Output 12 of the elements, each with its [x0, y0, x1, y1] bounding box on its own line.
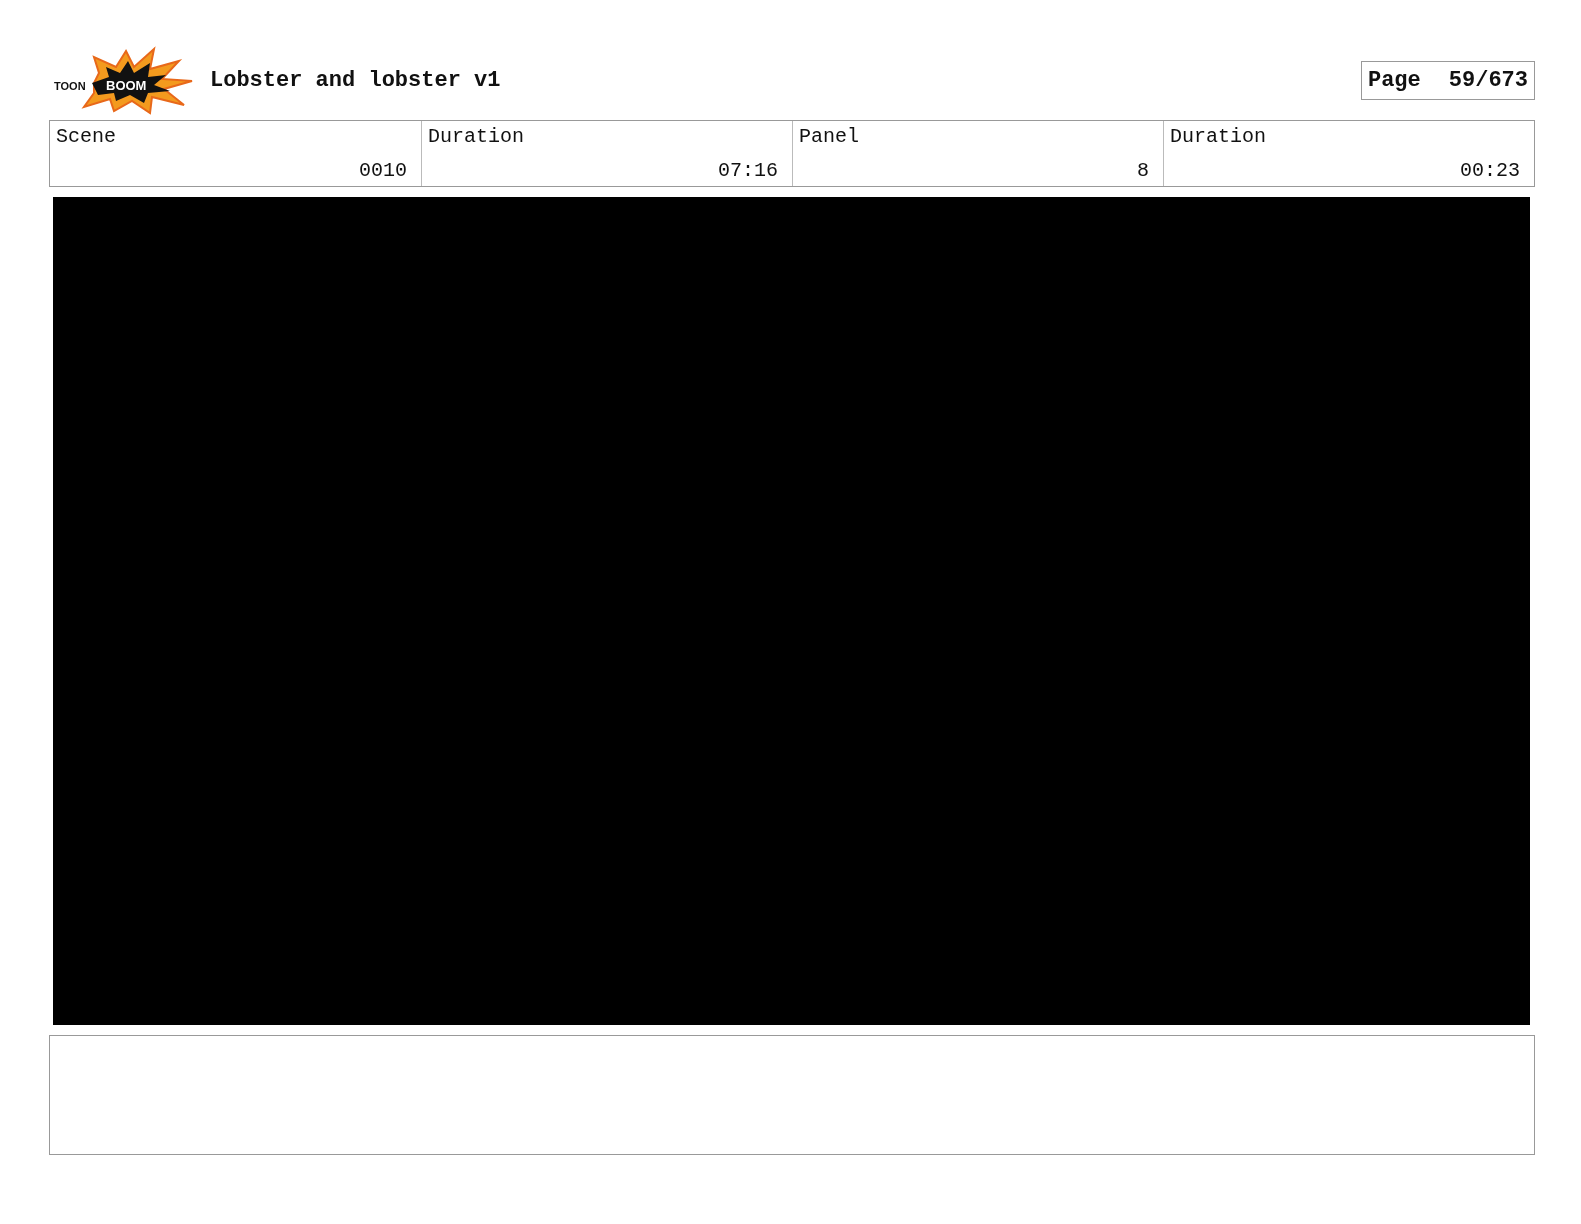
- info-value: 07:16: [718, 159, 778, 182]
- logo-drawing: TOON BOOM: [54, 45, 194, 115]
- page-label: Page: [1367, 67, 1421, 93]
- info-label: Duration: [428, 125, 525, 148]
- info-value: 0010: [359, 159, 407, 182]
- info-value: 8: [1137, 159, 1149, 182]
- info-value: 00:23: [1460, 159, 1520, 182]
- page-number: 59/673: [1448, 67, 1528, 93]
- info-label: Duration: [1170, 125, 1267, 148]
- info-label: Panel: [799, 125, 860, 148]
- storyboard-title: Lobster and lobster v1: [210, 67, 501, 93]
- info-label: Scene: [56, 125, 117, 148]
